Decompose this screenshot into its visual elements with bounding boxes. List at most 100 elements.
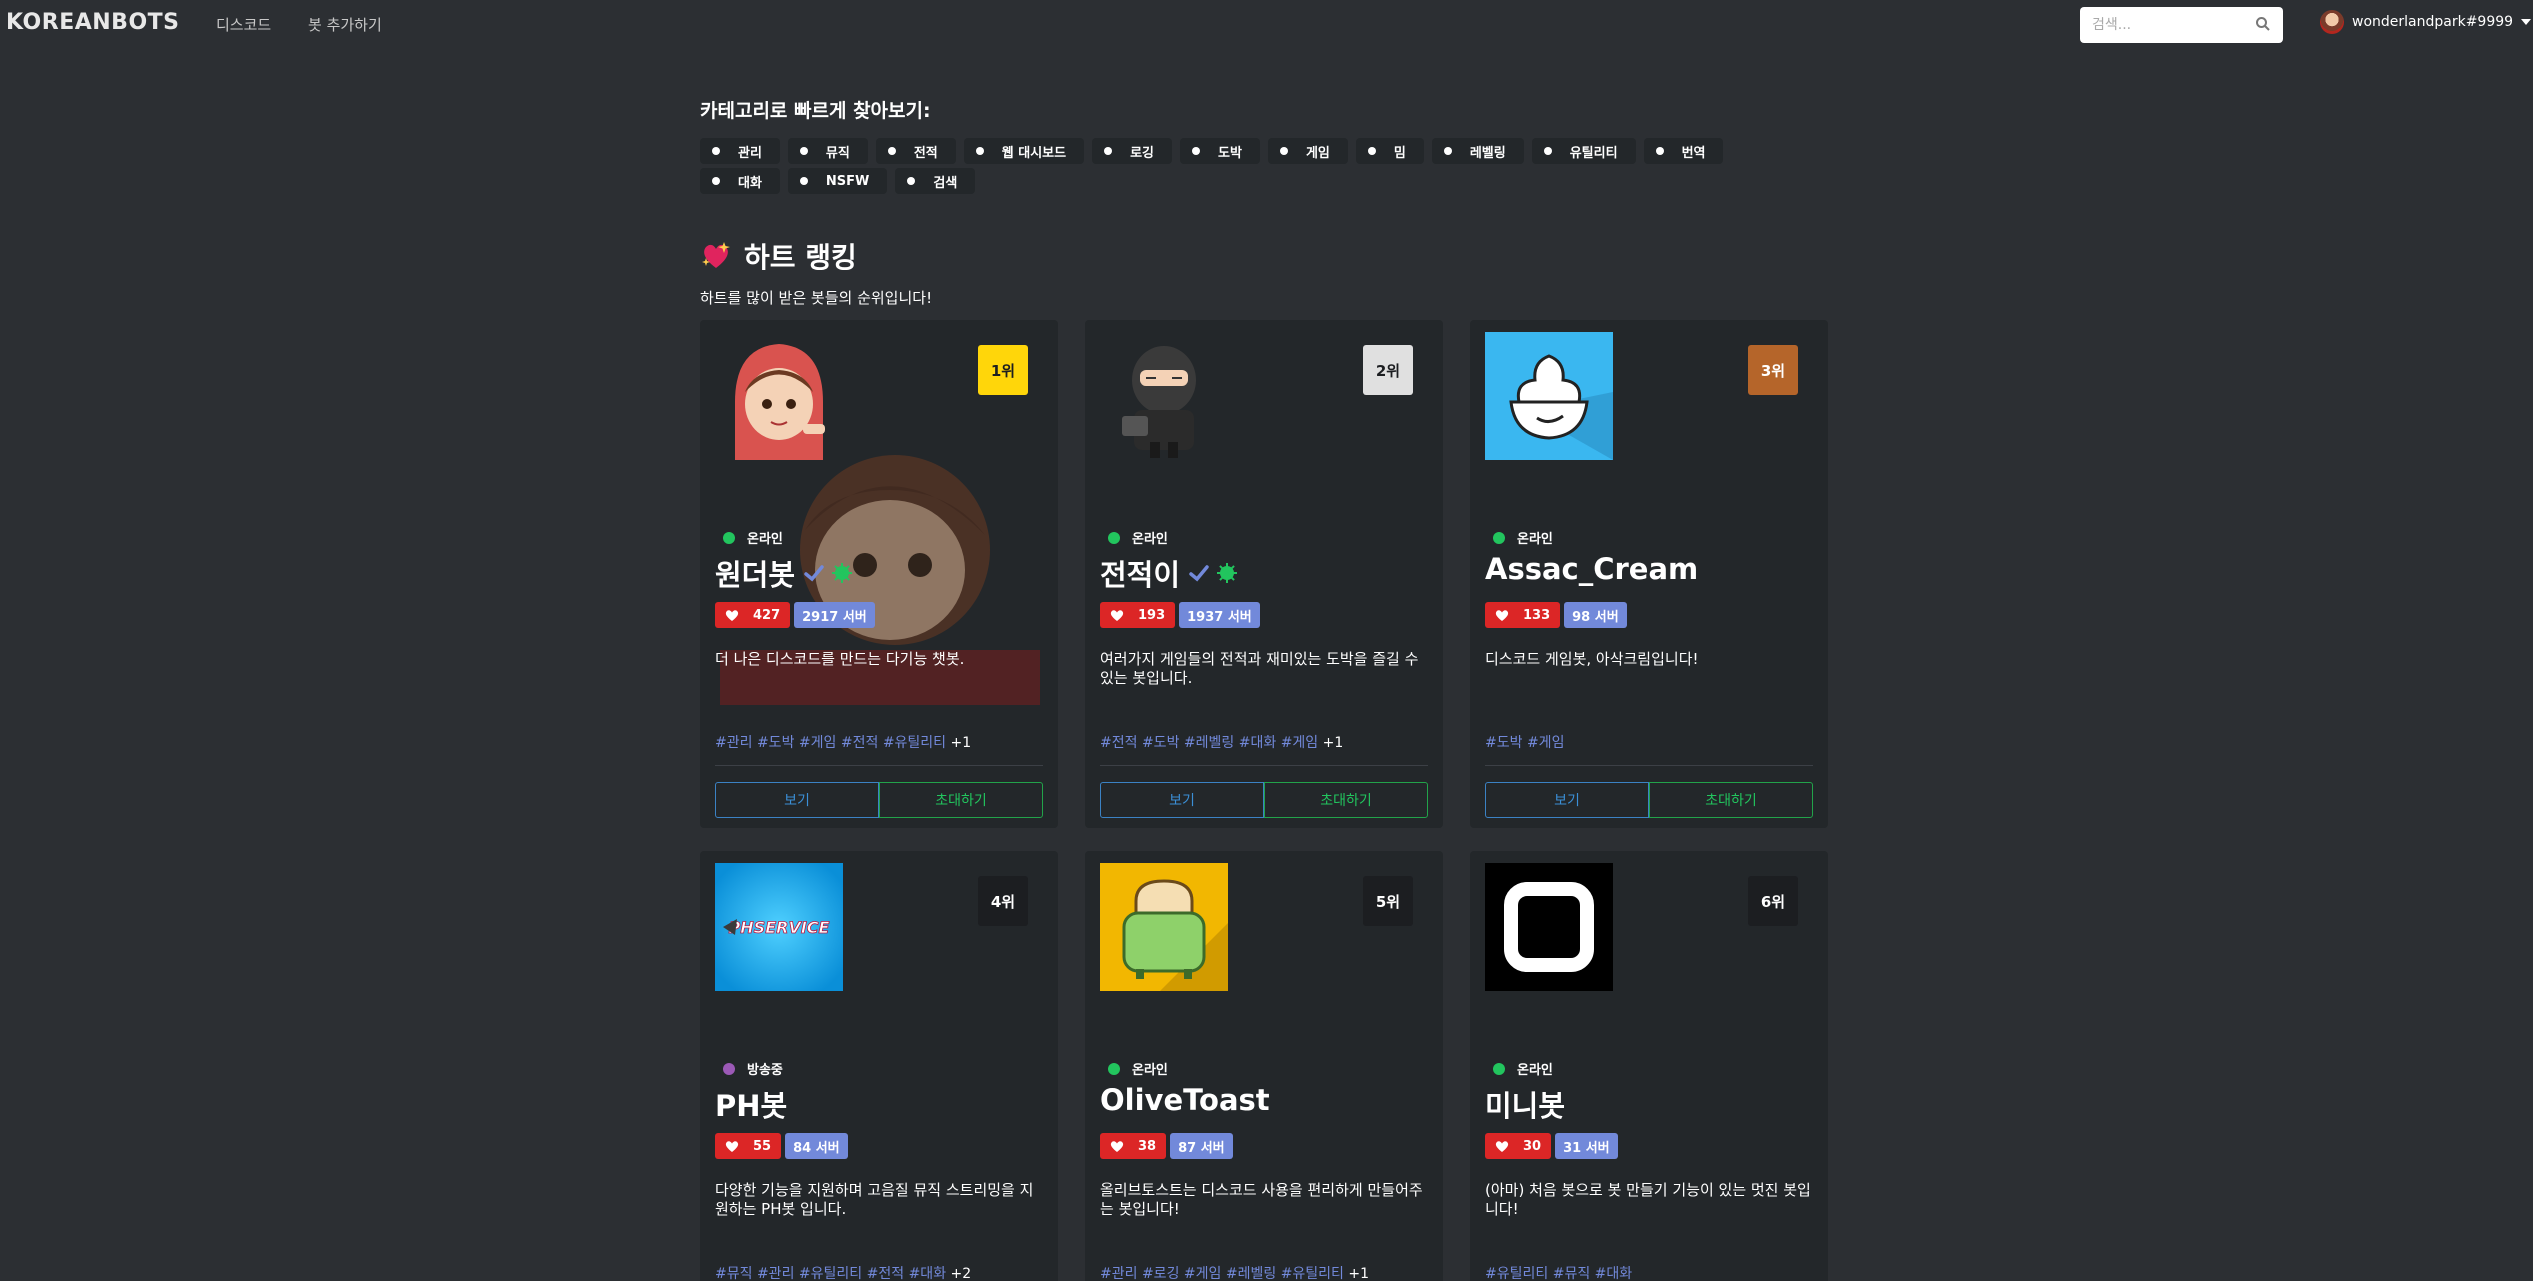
nav-link-discord[interactable]: 디스코드 <box>216 14 271 35</box>
bullet-icon <box>1443 147 1452 155</box>
tag-link[interactable]: #유틸리티 <box>799 1266 862 1281</box>
status-indicator: 온라인 <box>723 528 783 547</box>
bot-avatar[interactable] <box>1100 863 1228 991</box>
rank-badge: 4위 <box>978 876 1028 926</box>
invite-button[interactable]: 초대하기 <box>879 782 1043 818</box>
category-pill[interactable]: NSFW <box>787 168 888 194</box>
partner-badge-icon <box>1217 563 1238 583</box>
tag-link[interactable]: #유틸리티 <box>1485 1266 1548 1281</box>
tag-link[interactable]: #게임 <box>1184 1266 1222 1281</box>
bot-avatar[interactable] <box>715 332 843 460</box>
invite-button[interactable]: 초대하기 <box>1649 782 1813 818</box>
category-pill[interactable]: 유틸리티 <box>1531 138 1636 164</box>
tag-link[interactable]: #뮤직 <box>715 1266 753 1281</box>
category-pill[interactable]: 레벨링 <box>1431 138 1524 164</box>
bot-name[interactable]: 미니봇 <box>1485 1083 1565 1125</box>
status-indicator: 온라인 <box>1108 1059 1168 1078</box>
view-button[interactable]: 보기 <box>715 782 879 818</box>
online-dot-icon <box>1108 1062 1120 1075</box>
tag-link[interactable]: #대화 <box>1595 1266 1633 1281</box>
username: wonderlandpark#9999 <box>2352 14 2514 30</box>
server-count-badge: 84 서버 <box>785 1133 848 1159</box>
card-divider <box>1100 765 1428 766</box>
search-icon[interactable] <box>2255 16 2271 32</box>
bullet-icon <box>975 147 984 155</box>
tag-link[interactable]: #게임 <box>799 735 837 751</box>
bot-avatar[interactable]: PHSERVICE <box>715 863 843 991</box>
tag-link[interactable]: #전적 <box>867 1266 905 1281</box>
bot-tags: #관리 #도박 #게임 #전적 #유틸리티 +1 <box>715 732 971 752</box>
tag-link[interactable]: #관리 <box>715 735 753 751</box>
bot-description: (아마) 처음 봇으로 봇 만들기 기능이 있는 멋진 봇입니다! <box>1485 1181 1811 1218</box>
bot-description: 올리브토스트는 디스코드 사용을 편리하게 만들어주는 봇입니다! <box>1100 1181 1423 1218</box>
category-pill[interactable]: 밈 <box>1355 138 1424 164</box>
bot-name[interactable]: Assac_Cream <box>1485 552 1698 586</box>
section-description: 하트를 많이 받은 봇들의 순위입니다! <box>700 289 933 307</box>
category-pill[interactable]: 관리 <box>700 138 780 164</box>
tag-link[interactable]: #레벨링 <box>1226 1266 1276 1281</box>
view-button[interactable]: 보기 <box>1100 782 1264 818</box>
tag-link[interactable]: #게임 <box>1281 735 1319 751</box>
tag-link[interactable]: #유틸리티 <box>883 735 946 751</box>
bot-avatar[interactable] <box>1485 863 1613 991</box>
rank-badge: 5위 <box>1363 876 1413 926</box>
avatar <box>2320 10 2344 34</box>
category-list: 관리 뮤직 전적 웹 대시보드 로깅 도박 게임 밈 레벨링 유틸리티 번역 대… <box>700 138 1800 198</box>
category-pill[interactable]: 뮤직 <box>787 138 868 164</box>
tag-link[interactable]: #전적 <box>1100 735 1138 751</box>
bot-tags: #유틸리티 #뮤직 #대화 <box>1485 1263 1632 1281</box>
sparkling-heart-icon <box>702 242 730 268</box>
bot-card: 3위 온라인 Assac_Cream 133 98 서버 디스코드 게임봇, 아… <box>1470 320 1828 828</box>
bot-description: 디스코드 게임봇, 아삭크림입니다! <box>1485 650 1699 668</box>
bot-name[interactable]: 원더봇 <box>715 552 853 594</box>
category-pill[interactable]: 검색 <box>895 168 976 194</box>
tag-link[interactable]: #뮤직 <box>1553 1266 1591 1281</box>
verified-check-icon <box>1189 565 1209 582</box>
bot-avatar[interactable] <box>1485 332 1613 460</box>
bot-stats: 133 98 서버 <box>1485 602 1627 628</box>
category-pill[interactable]: 전적 <box>875 138 956 164</box>
card-actions: 보기 초대하기 <box>1100 782 1428 818</box>
tag-link[interactable]: #전적 <box>841 735 879 751</box>
search-box <box>2080 7 2283 43</box>
tag-link[interactable]: #로깅 <box>1142 1266 1180 1281</box>
card-actions: 보기 초대하기 <box>715 782 1043 818</box>
bot-name[interactable]: OliveToast <box>1100 1083 1270 1117</box>
tag-link[interactable]: #게임 <box>1527 735 1565 751</box>
category-pill[interactable]: 웹 대시보드 <box>963 138 1085 164</box>
bot-name[interactable]: 전적이 <box>1100 552 1238 594</box>
search-input[interactable] <box>2092 17 2252 33</box>
view-button[interactable]: 보기 <box>1485 782 1649 818</box>
tag-link[interactable]: #대화 <box>909 1266 947 1281</box>
category-heading: 카테고리로 빠르게 찾아보기: <box>700 100 931 122</box>
tag-link[interactable]: #도박 <box>1485 735 1523 751</box>
category-pill[interactable]: 로깅 <box>1092 138 1173 164</box>
heart-icon <box>1110 609 1124 621</box>
tag-link[interactable]: #유틸리티 <box>1281 1266 1344 1281</box>
tag-link[interactable]: #대화 <box>1239 735 1277 751</box>
heart-count-badge: 193 <box>1100 602 1176 628</box>
tag-link[interactable]: #관리 <box>1100 1266 1138 1281</box>
bullet-icon <box>1279 147 1288 155</box>
bot-name[interactable]: PH봇 <box>715 1083 787 1125</box>
online-dot-icon <box>1108 531 1120 544</box>
invite-button[interactable]: 초대하기 <box>1264 782 1428 818</box>
tag-link[interactable]: #관리 <box>757 1266 795 1281</box>
bot-card: 5위 온라인 OliveToast 38 87 서버 올리브토스트는 디스코드 … <box>1085 851 1443 1281</box>
category-pill[interactable]: 대화 <box>700 168 780 194</box>
tag-link[interactable]: #도박 <box>757 735 795 751</box>
category-pill[interactable]: 번역 <box>1643 138 1724 164</box>
rank-badge: 3위 <box>1748 345 1798 395</box>
heart-icon <box>725 1140 739 1152</box>
section-title: 하트 랭킹 <box>700 236 857 276</box>
bot-avatar[interactable] <box>1100 332 1228 460</box>
bot-stats: 55 84 서버 <box>715 1133 848 1159</box>
bullet-icon <box>887 147 896 155</box>
category-pill[interactable]: 도박 <box>1180 138 1260 164</box>
tag-link[interactable]: #도박 <box>1142 735 1180 751</box>
tag-link[interactable]: #레벨링 <box>1184 735 1234 751</box>
user-menu[interactable]: wonderlandpark#9999 <box>2320 10 2532 34</box>
category-pill[interactable]: 게임 <box>1267 138 1348 164</box>
brand-logo[interactable]: KOREANBOTS <box>6 10 180 35</box>
nav-link-add-bot[interactable]: 봇 추가하기 <box>308 14 382 35</box>
